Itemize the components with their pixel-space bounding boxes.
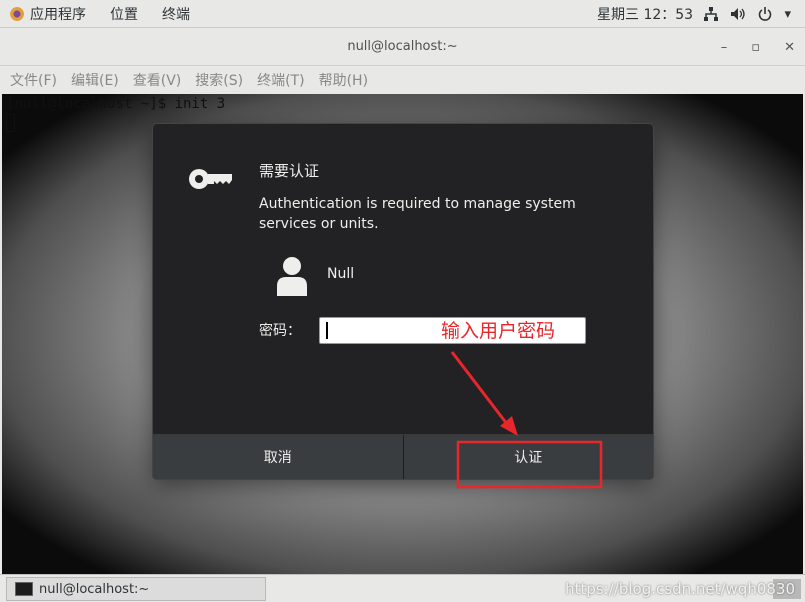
menu-terminal[interactable]: 终端: [150, 0, 202, 27]
user-name: Null: [327, 266, 355, 282]
taskbar-item-label: null@localhost:~: [39, 581, 150, 597]
key-icon: [189, 169, 232, 189]
menu-edit[interactable]: 编辑(E): [71, 70, 119, 90]
window-buttons: – ▫ ✕: [721, 28, 795, 66]
menu-search[interactable]: 搜索(S): [195, 70, 243, 90]
terminal-menubar: 文件(F) 编辑(E) 查看(V) 搜索(S) 终端(T) 帮助(H): [0, 66, 805, 94]
network-icon: [704, 7, 719, 21]
terminal-cursor: [6, 114, 15, 132]
menu-applications[interactable]: 应用程序: [30, 0, 98, 27]
top-panel: 应用程序 位置 终端 星期三 12：53 ▾: [0, 0, 805, 28]
terminal-icon: [15, 582, 33, 596]
top-menu: 应用程序 位置 终端: [0, 0, 202, 27]
password-label: 密码：: [259, 323, 301, 339]
menu-file[interactable]: 文件(F): [10, 70, 57, 90]
maximize-button[interactable]: ▫: [751, 40, 760, 55]
window-title: null@localhost:~: [347, 39, 458, 54]
dialog-button-row: 取消 认证: [153, 434, 653, 479]
minimize-button[interactable]: –: [721, 40, 728, 55]
volume-icon: [731, 8, 746, 20]
menu-help[interactable]: 帮助(H): [319, 70, 368, 90]
power-icon: [759, 7, 772, 21]
annotation-label: 输入用户密码: [441, 320, 556, 342]
chevron-down-icon: ▾: [784, 6, 791, 22]
applications-icon[interactable]: [10, 6, 24, 21]
shell-prompt: [null@localhost ~]$ init 3: [6, 96, 226, 112]
dialog-message: Authentication is required to manage sys…: [259, 196, 576, 232]
auth-dialog: 需要认证 Authentication is required to manag…: [153, 124, 653, 479]
menu-places[interactable]: 位置: [98, 0, 150, 27]
clock[interactable]: 星期三 12：53: [597, 0, 693, 28]
menu-view[interactable]: 查看(V): [133, 70, 182, 90]
window-titlebar[interactable]: null@localhost:~ – ▫ ✕: [0, 28, 805, 66]
menu-terminal-settings[interactable]: 终端(T): [257, 70, 304, 90]
dialog-title: 需要认证: [259, 162, 320, 180]
bottom-taskbar: null@localhost:~ https://blog.csdn.net/w…: [0, 574, 805, 602]
text-caret: [326, 322, 328, 339]
authenticate-button[interactable]: 认证: [402, 435, 653, 479]
taskbar-item-terminal[interactable]: null@localhost:~: [6, 577, 266, 601]
cancel-button[interactable]: 取消: [153, 435, 403, 479]
system-tray[interactable]: ▾: [704, 0, 791, 28]
watermark: https://blog.csdn.net/wqh0830: [565, 580, 795, 598]
close-button[interactable]: ✕: [784, 40, 795, 55]
user-avatar-icon: [277, 257, 307, 296]
